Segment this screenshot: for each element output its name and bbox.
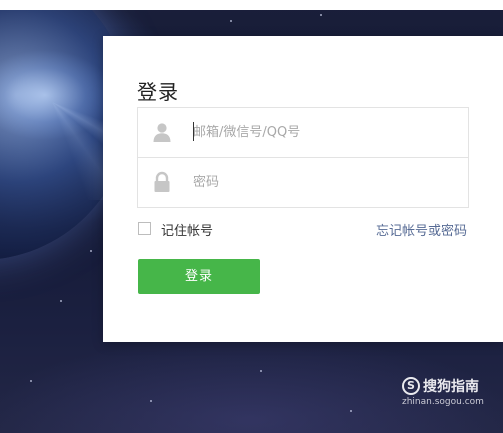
user-icon bbox=[153, 123, 171, 142]
star bbox=[90, 250, 92, 252]
login-panel: 登录 记住帐号 忘记帐号或密码 登录 bbox=[103, 36, 503, 342]
password-row bbox=[138, 157, 468, 207]
watermark-name: 搜狗指南 bbox=[423, 379, 479, 395]
forgot-password-link[interactable]: 忘记帐号或密码 bbox=[376, 220, 467, 239]
star bbox=[350, 410, 352, 412]
star bbox=[230, 20, 232, 22]
sogou-watermark: S 搜狗指南 zhinan.sogou.com bbox=[402, 376, 492, 416]
login-form bbox=[137, 107, 469, 208]
star bbox=[30, 380, 32, 382]
login-button[interactable]: 登录 bbox=[138, 259, 260, 294]
star bbox=[60, 300, 62, 302]
password-input[interactable] bbox=[193, 171, 453, 193]
top-bar bbox=[0, 0, 503, 10]
account-row bbox=[138, 108, 468, 157]
remember-label: 记住帐号 bbox=[161, 224, 214, 239]
star bbox=[150, 400, 152, 402]
text-caret bbox=[193, 122, 194, 141]
sogou-logo-icon: S bbox=[402, 377, 420, 395]
watermark-url: zhinan.sogou.com bbox=[402, 397, 484, 407]
star bbox=[320, 14, 322, 16]
account-input[interactable] bbox=[193, 121, 453, 143]
login-title: 登录 bbox=[137, 80, 179, 104]
remember-checkbox[interactable] bbox=[138, 222, 151, 235]
star bbox=[260, 370, 262, 372]
lock-icon bbox=[154, 171, 170, 192]
